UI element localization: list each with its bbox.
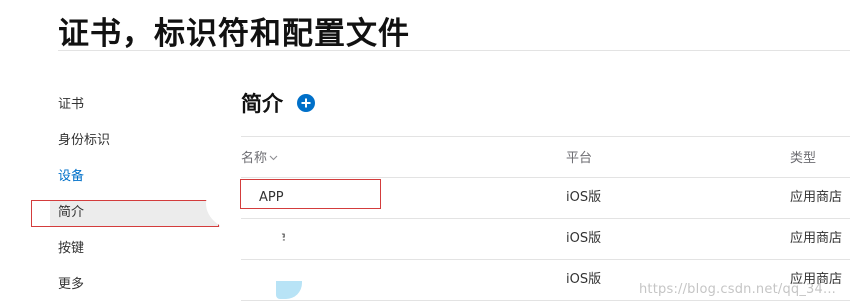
- sidebar-item-keys[interactable]: 按键: [58, 238, 84, 260]
- row-divider: [241, 300, 850, 301]
- column-header-name-label: 名称: [241, 151, 268, 166]
- sidebar-item-identifiers[interactable]: 身份标识: [58, 130, 110, 152]
- section-title: 简介: [241, 92, 283, 116]
- redaction-mask: [241, 222, 283, 256]
- table-top-divider: [241, 136, 850, 137]
- table-row[interactable]: ㄹ iOS版 应用商店: [241, 219, 850, 259]
- chevron-down-icon: [269, 155, 278, 161]
- sidebar-item-more[interactable]: 更多: [58, 274, 84, 296]
- row-platform: iOS版: [566, 190, 602, 205]
- sidebar-item-profiles[interactable]: 简介: [58, 202, 84, 224]
- add-profile-button[interactable]: [297, 94, 315, 112]
- sidebar-item-certificates[interactable]: 证书: [58, 94, 84, 116]
- column-header-name[interactable]: 名称: [241, 147, 278, 166]
- page: 证书，标识符和配置文件 证书 身份标识 设备 简介 按键 更多 简介 名称 平台…: [0, 0, 850, 305]
- plus-circle-icon: [301, 98, 311, 108]
- annotation-box-name: [240, 179, 381, 209]
- watermark: https://blog.csdn.net/qq_34...: [638, 282, 836, 297]
- column-header-platform[interactable]: 平台: [566, 147, 592, 166]
- title-divider: [58, 50, 850, 51]
- page-title: 证书，标识符和配置文件: [58, 16, 410, 52]
- sidebar-item-devices[interactable]: 设备: [58, 166, 84, 188]
- column-header-type[interactable]: 类型: [790, 147, 816, 166]
- row-platform: iOS版: [566, 272, 602, 287]
- row-type: 应用商店: [790, 231, 843, 246]
- row-type: 应用商店: [790, 190, 843, 205]
- row-platform: iOS版: [566, 231, 602, 246]
